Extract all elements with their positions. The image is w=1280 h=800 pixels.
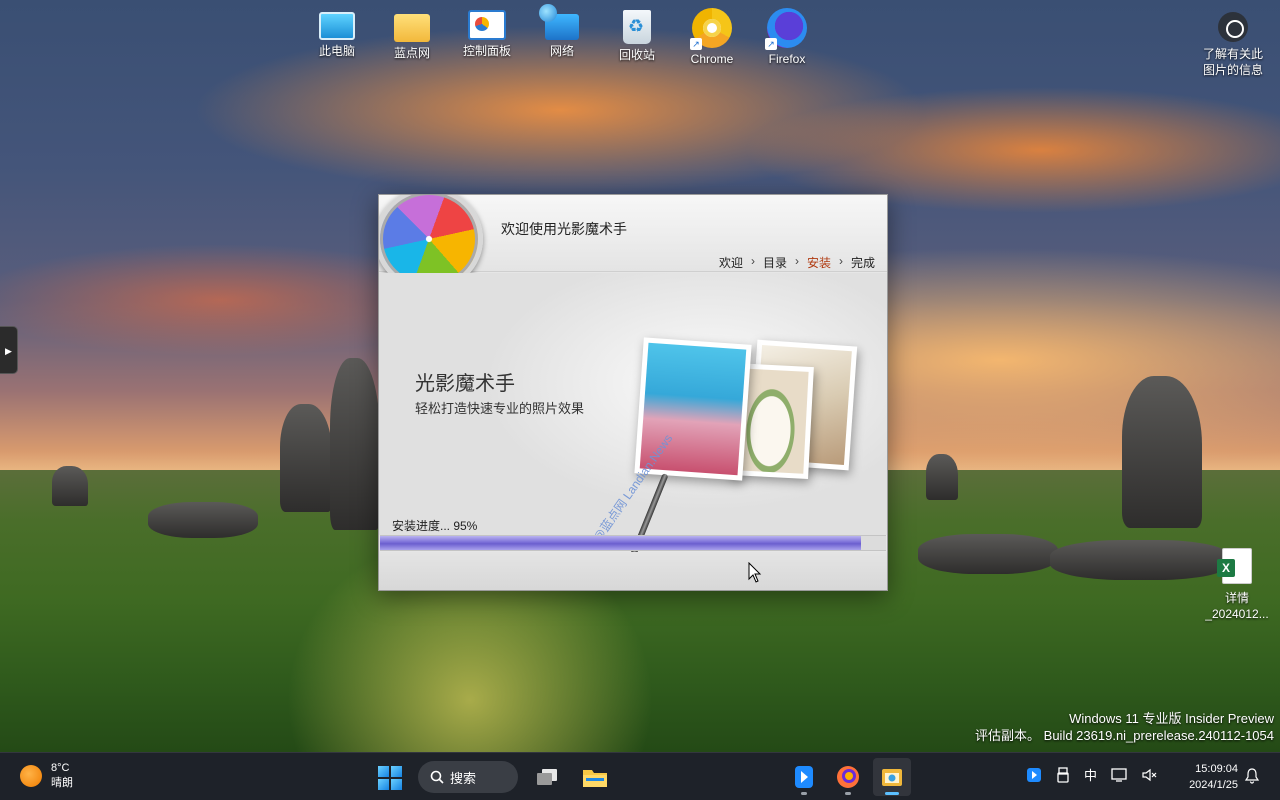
system-clock[interactable]: 15:09:04 2024/1/25 <box>1180 761 1238 793</box>
info-label-line2: 图片的信息 <box>1202 63 1263 77</box>
task-view-button[interactable] <box>528 758 566 796</box>
installer-footer <box>379 552 887 590</box>
shortcut-arrow-icon: ↗ <box>765 38 777 50</box>
desktop-icon-label: 回收站 <box>618 48 655 62</box>
desktop-icon-chrome[interactable]: ↗ Chrome <box>676 2 748 67</box>
chevron-right-icon: › <box>794 254 799 268</box>
watermark-line1: Windows 11 专业版 Insider Preview <box>1069 711 1274 726</box>
desktop-icon-landian[interactable]: 蓝点网 <box>376 2 448 61</box>
desktop-icon-firefox[interactable]: ↗ Firefox <box>751 2 823 67</box>
learn-about-picture[interactable]: 了解有关此 图片的信息 <box>1198 12 1268 78</box>
usb-device-icon[interactable] <box>1056 766 1070 783</box>
clock-date: 2024/1/25 <box>1189 779 1238 791</box>
search-icon <box>430 770 444 784</box>
taskbar-app-firefox[interactable] <box>829 758 867 796</box>
desktop-icon-label: 蓝点网 <box>393 46 430 60</box>
system-tray: 中 <box>1026 765 1157 784</box>
computer-icon <box>319 12 355 40</box>
weather-temperature: 8°C <box>51 762 70 774</box>
installer-title: 欢迎使用光影魔术手 <box>501 221 627 237</box>
firefox-icon <box>837 766 859 788</box>
taskbar-app-pinned-blue[interactable] <box>785 758 823 796</box>
weather-widget[interactable]: 8°C 晴朗 <box>20 761 73 791</box>
shortcut-arrow-icon: ↗ <box>690 38 702 50</box>
desktop-icon-label: Chrome <box>690 52 734 66</box>
app-icon <box>795 766 813 788</box>
file-explorer-button[interactable] <box>576 758 614 796</box>
volume-muted-icon[interactable] <box>1141 767 1157 783</box>
windows-logo-icon <box>378 766 389 777</box>
desktop-icon-recycle-bin[interactable]: 回收站 <box>601 2 673 63</box>
wallpaper-stone <box>926 454 958 500</box>
camera-info-icon <box>1218 12 1248 42</box>
weather-description: 晴朗 <box>51 777 73 789</box>
chevron-right-icon: ▶ <box>5 346 12 356</box>
network-display-icon[interactable] <box>1111 767 1127 783</box>
clock-time: 15:09:04 <box>1195 763 1238 775</box>
file-explorer-icon <box>583 770 607 787</box>
desktop-icon-label: 网络 <box>549 44 574 58</box>
wallpaper-stone <box>1122 376 1202 528</box>
wallpaper-stone <box>280 404 332 512</box>
firefox-icon: ↗ <box>765 8 807 50</box>
watermark-line2: 评估副本。 Build 23619.ni_prerelease.240112-1… <box>975 728 1274 743</box>
installer-banner: 光影魔术手 轻松打造快速专业的照片效果 @蓝点网 Landian.News <box>379 273 887 578</box>
wallpaper-stone <box>52 466 88 506</box>
windows-build-watermark: Windows 11 专业版 Insider Preview 评估副本。 Bui… <box>975 710 1274 744</box>
wallpaper-stone <box>918 534 1058 574</box>
installer-steps: 欢迎 › 目录 › 安装 › 完成 <box>719 254 875 271</box>
folder-icon <box>394 14 430 42</box>
desktop-icon-label: Firefox <box>768 52 806 66</box>
step-install: 安装 <box>806 256 831 270</box>
desktop-icon-control-panel[interactable]: 控制面板 <box>451 2 523 59</box>
chevron-right-icon: › <box>750 254 755 268</box>
desktop-icon-network[interactable]: 网络 <box>526 2 598 59</box>
product-name: 光影魔术手 <box>415 373 515 395</box>
info-label-line1: 了解有关此 <box>1202 47 1263 61</box>
search-button[interactable]: 搜索 <box>418 761 518 793</box>
chevron-right-icon: › <box>838 254 843 268</box>
taskbar: 8°C 晴朗 搜索 中 15:09:04 2024/1/25 <box>0 752 1280 800</box>
excel-icon <box>1217 548 1252 584</box>
step-finish: 完成 <box>850 256 875 270</box>
sun-icon <box>20 765 42 787</box>
excel-file-name-line1: 详情 <box>1224 591 1249 605</box>
step-directory: 目录 <box>762 256 787 270</box>
desktop-icon-label: 此电脑 <box>318 44 355 58</box>
product-tagline: 轻松打造快速专业的照片效果 <box>415 401 585 416</box>
input-method-indicator[interactable]: 中 <box>1084 765 1097 784</box>
install-progress-fill <box>380 536 861 550</box>
installer-window: 欢迎使用光影魔术手 欢迎 › 目录 › 安装 › 完成 光影魔术手 轻松打造快速… <box>378 194 888 591</box>
wallpaper-stone <box>330 358 380 530</box>
install-progress-bar <box>380 535 886 551</box>
notification-bell-icon[interactable] <box>1244 768 1260 784</box>
excel-file-name-line2: _2024012... <box>1205 607 1269 621</box>
network-icon <box>539 4 579 40</box>
taskbar-center: 搜索 <box>372 758 614 796</box>
tray-app-icon[interactable] <box>1026 767 1042 783</box>
control-panel-icon <box>468 10 506 40</box>
desktop-icon-this-pc[interactable]: 此电脑 <box>301 2 373 59</box>
chrome-icon: ↗ <box>690 8 732 50</box>
step-welcome: 欢迎 <box>718 256 743 270</box>
wallpaper-stone <box>148 502 258 538</box>
start-button[interactable] <box>372 759 408 795</box>
installer-app-icon <box>882 769 902 786</box>
widgets-side-handle[interactable]: ▶ <box>0 326 18 374</box>
task-view-icon <box>537 769 557 785</box>
recycle-bin-icon <box>623 10 651 44</box>
desktop-icon-excel-file[interactable]: 详情 _2024012... <box>1200 546 1274 622</box>
progress-label: 安装进度... 95% <box>392 519 478 533</box>
desktop-icon-label: 控制面板 <box>462 44 511 58</box>
search-label: 搜索 <box>450 770 477 786</box>
taskbar-app-installer[interactable] <box>873 758 911 796</box>
